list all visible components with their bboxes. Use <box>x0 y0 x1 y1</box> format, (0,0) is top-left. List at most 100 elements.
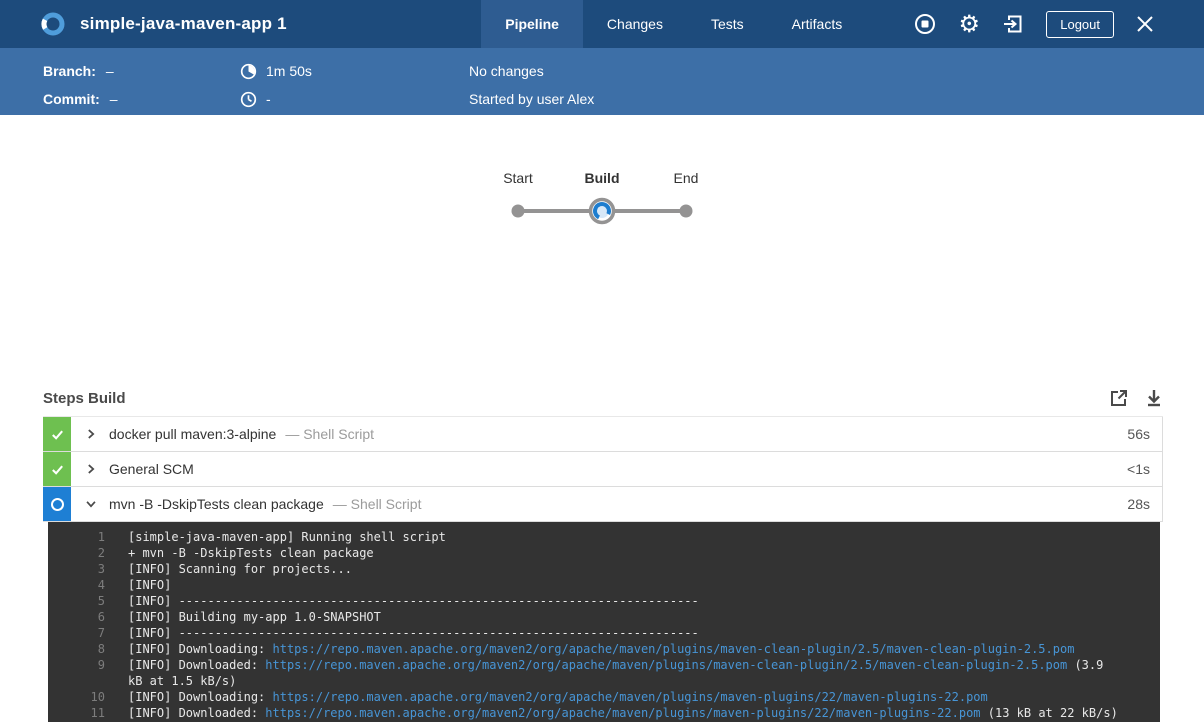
step-row[interactable]: mvn -B -DskipTests clean package — Shell … <box>43 487 1163 522</box>
header-tabs: PipelineChangesTestsArtifacts <box>481 0 866 48</box>
log-line-number[interactable]: 2 <box>48 545 105 561</box>
running-spinner-icon <box>43 487 71 521</box>
graph-label-build: Build <box>585 170 620 186</box>
log-text-segment: [INFO] <box>128 578 171 592</box>
exit-icon[interactable] <box>1000 11 1026 37</box>
log-line-number[interactable]: 5 <box>48 593 105 609</box>
success-check-icon <box>43 452 71 486</box>
step-row[interactable]: docker pull maven:3-alpine — Shell Script… <box>43 417 1163 452</box>
tab-pipeline[interactable]: Pipeline <box>481 0 583 48</box>
step-duration: 56s <box>1127 426 1162 442</box>
log-text-segment: [INFO] Building my-app 1.0-SNAPSHOT <box>128 610 381 624</box>
log-line-number[interactable]: 9 <box>48 657 105 689</box>
log-line: 9 [INFO] Downloaded: https://repo.maven.a… <box>48 657 1160 689</box>
log-line-number[interactable]: 11 <box>48 705 105 721</box>
run-end-time: - <box>266 85 271 113</box>
log-line-text: [INFO] Building my-app 1.0-SNAPSHOT <box>128 609 1118 625</box>
clock-icon <box>240 91 257 108</box>
log-link[interactable]: https://repo.maven.apache.org/maven2/org… <box>265 706 980 720</box>
log-line-text: [INFO] Downloading: https://repo.maven.a… <box>128 641 1118 657</box>
graph-label-start: Start <box>503 170 533 186</box>
log-line-number[interactable]: 6 <box>48 609 105 625</box>
log-line-text: [INFO] ---------------------------------… <box>128 593 1118 609</box>
log-line-text: [INFO] Downloaded: https://repo.maven.ap… <box>128 657 1118 689</box>
log-line-number[interactable]: 8 <box>48 641 105 657</box>
tab-changes[interactable]: Changes <box>583 0 687 48</box>
log-line-text: [INFO] <box>128 577 1118 593</box>
step-row[interactable]: General SCM <1s <box>43 452 1163 487</box>
success-check-icon <box>43 417 71 451</box>
graph-node-build[interactable] <box>591 200 614 223</box>
pipeline-graph: Start Build End <box>0 159 1204 249</box>
log-line: 7 [INFO] --------------------------------… <box>48 625 1160 641</box>
log-link[interactable]: https://repo.maven.apache.org/maven2/org… <box>273 690 988 704</box>
log-text-segment: [INFO] Downloading: <box>128 642 273 656</box>
log-text-segment: [INFO] Scanning for projects... <box>128 562 352 576</box>
log-line: 1 [simple-java-maven-app] Running shell s… <box>48 529 1160 545</box>
step-type: — Shell Script <box>333 496 422 512</box>
log-line: 5 [INFO] --------------------------------… <box>48 593 1160 609</box>
log-line: 3 [INFO] Scanning for projects... <box>48 561 1160 577</box>
run-info-bar: Branch: – Commit: – 1m 50s <box>0 48 1204 115</box>
log-line: 6 [INFO] Building my-app 1.0-SNAPSHOT <box>48 609 1160 625</box>
gear-icon[interactable]: ⚙ <box>956 11 982 37</box>
download-icon[interactable] <box>1145 388 1163 408</box>
log-text-segment: [INFO] Downloaded: <box>128 706 265 720</box>
log-text-segment: [INFO] ---------------------------------… <box>128 594 699 608</box>
step-duration: <1s <box>1127 461 1162 477</box>
log-text-segment: [simple-java-maven-app] Running shell sc… <box>128 530 446 544</box>
log-line-number[interactable]: 3 <box>48 561 105 577</box>
step-duration: 28s <box>1127 496 1162 512</box>
step-name: mvn -B -DskipTests clean package <box>109 496 324 512</box>
step-type: — Shell Script <box>285 426 374 442</box>
tab-artifacts[interactable]: Artifacts <box>768 0 867 48</box>
chevron-right-icon[interactable] <box>84 462 98 476</box>
page-title: simple-java-maven-app 1 <box>80 14 287 34</box>
steps-section: Steps Build docker pull maven:3-alpine — … <box>43 380 1163 722</box>
graph-label-end: End <box>674 170 699 186</box>
stop-icon[interactable] <box>912 11 938 37</box>
app-header: simple-java-maven-app 1 PipelineChangesT… <box>0 0 1204 48</box>
graph-node-end <box>680 205 693 218</box>
started-by: Started by user Alex <box>469 85 594 113</box>
log-line-text: [INFO] Scanning for projects... <box>128 561 1118 577</box>
step-name: General SCM <box>109 461 194 477</box>
branch-label: Branch: <box>43 57 96 85</box>
log-line-text: [simple-java-maven-app] Running shell sc… <box>128 529 1118 545</box>
log-text-segment: [INFO] ---------------------------------… <box>128 626 699 640</box>
timer-icon <box>240 63 257 80</box>
steps-title: Steps Build <box>43 390 126 407</box>
log-link[interactable]: https://repo.maven.apache.org/maven2/org… <box>265 658 1067 672</box>
commit-label: Commit: <box>43 85 100 113</box>
graph-node-start <box>512 205 525 218</box>
log-line-text: [INFO] Downloading: https://repo.maven.a… <box>128 689 1118 705</box>
chevron-down-icon[interactable] <box>84 497 98 511</box>
log-text-segment: [INFO] Downloading: <box>128 690 273 704</box>
steps-list: docker pull maven:3-alpine — Shell Script… <box>43 417 1163 522</box>
log-line-text: [INFO] ---------------------------------… <box>128 625 1118 641</box>
log-line-number[interactable]: 7 <box>48 625 105 641</box>
changes-summary: No changes <box>469 57 544 85</box>
log-line: 4 [INFO] <box>48 577 1160 593</box>
log-line-number[interactable]: 1 <box>48 529 105 545</box>
log-line: 8 [INFO] Downloading: https://repo.maven.… <box>48 641 1160 657</box>
log-text-segment: + mvn -B -DskipTests clean package <box>128 546 374 560</box>
header-actions: ⚙ Logout <box>894 11 1158 38</box>
log-line: 11 [INFO] Downloaded: https://repo.maven.… <box>48 705 1160 721</box>
log-line: 2 + mvn -B -DskipTests clean package <box>48 545 1160 561</box>
log-line: 10 [INFO] Downloading: https://repo.maven… <box>48 689 1160 705</box>
log-line-text: [INFO] Downloaded: https://repo.maven.ap… <box>128 705 1118 721</box>
steps-header: Steps Build <box>43 380 1163 417</box>
step-name: docker pull maven:3-alpine <box>109 426 276 442</box>
log-link[interactable]: https://repo.maven.apache.org/maven2/org… <box>273 642 1075 656</box>
open-in-new-icon[interactable] <box>1109 388 1129 408</box>
log-line-text: + mvn -B -DskipTests clean package <box>128 545 1118 561</box>
tab-tests[interactable]: Tests <box>687 0 768 48</box>
chevron-right-icon[interactable] <box>84 427 98 441</box>
log-line-number[interactable]: 10 <box>48 689 105 705</box>
close-icon[interactable] <box>1132 11 1158 37</box>
log-line-number[interactable]: 4 <box>48 577 105 593</box>
commit-value: – <box>110 85 118 113</box>
logout-button[interactable]: Logout <box>1046 11 1114 38</box>
run-duration: 1m 50s <box>266 57 312 85</box>
